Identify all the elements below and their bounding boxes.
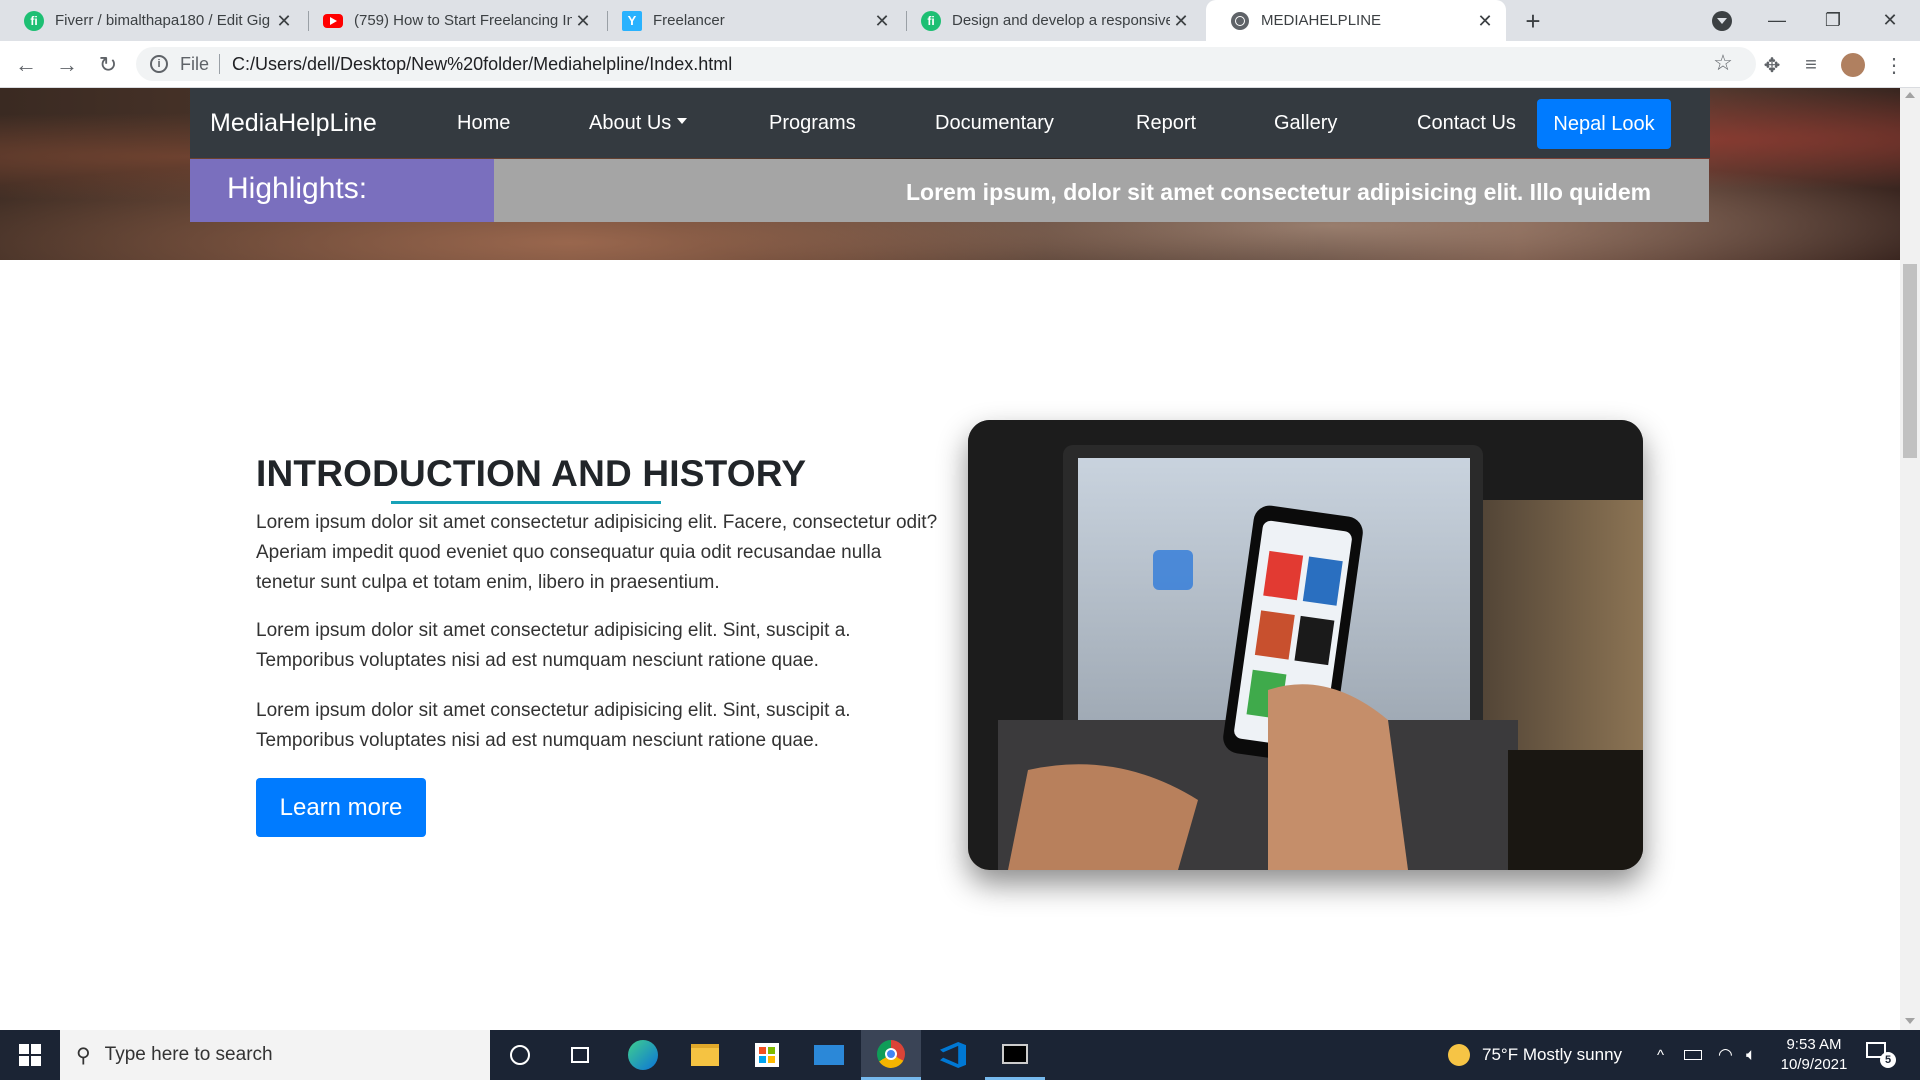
- nav-documentary[interactable]: Documentary: [935, 88, 1054, 158]
- extensions-icon[interactable]: ✥: [1758, 51, 1786, 79]
- chrome-icon[interactable]: [861, 1030, 921, 1080]
- close-window-button[interactable]: ✕: [1865, 0, 1915, 41]
- windows-taskbar: ⚲ Type here to search 75°F Mostly sunny …: [0, 1030, 1920, 1080]
- nav-contact[interactable]: Contact Us: [1417, 88, 1516, 158]
- scheme-label: File: [180, 53, 210, 74]
- search-placeholder: Type here to search: [104, 1044, 273, 1065]
- clock[interactable]: 9:53 AM 10/9/2021: [1778, 1035, 1850, 1075]
- site-navbar: MediaHelpLine Home About Us Programs Doc…: [190, 88, 1710, 158]
- battery-icon[interactable]: [1684, 1030, 1702, 1080]
- intro-paragraph-2: Lorem ipsum dolor sit amet consectetur a…: [256, 620, 851, 671]
- cortana-icon[interactable]: [490, 1030, 550, 1080]
- profile-avatar[interactable]: [1841, 53, 1865, 77]
- nav-programs[interactable]: Programs: [769, 88, 856, 158]
- search-icon: ⚲: [76, 1044, 91, 1067]
- bookmark-star-icon[interactable]: ☆: [1709, 49, 1737, 77]
- terminal-icon[interactable]: [985, 1030, 1045, 1080]
- tab-title: Fiverr / bimalthapa180 / Edit Gig: [55, 12, 271, 29]
- close-tab-icon[interactable]: ✕: [273, 10, 295, 32]
- tab-search-icon[interactable]: [1712, 11, 1732, 31]
- tab-title: MEDIAHELPLINE: [1261, 12, 1382, 29]
- browser-toolbar: ← → ↻ i File C:/Users/dell/Desktop/New%2…: [0, 41, 1920, 88]
- tab-youtube[interactable]: (759) How to Start Freelancing In ✕: [299, 0, 604, 41]
- brand-logo[interactable]: MediaHelpLine: [210, 88, 377, 158]
- clock-time: 9:53 AM: [1786, 1036, 1842, 1053]
- learn-more-button[interactable]: Learn more: [256, 778, 426, 837]
- file-explorer-icon[interactable]: [675, 1030, 735, 1080]
- caret-down-icon: [677, 117, 688, 124]
- back-icon[interactable]: ←: [10, 49, 42, 81]
- highlights-ticker[interactable]: Lorem ipsum, dolor sit amet consectetur …: [906, 159, 1651, 222]
- intro-photo-phone-laptop: [968, 420, 1643, 870]
- nepal-look-button[interactable]: Nepal Look: [1537, 99, 1671, 149]
- browser-tab-strip: fi Fiverr / bimalthapa180 / Edit Gig ✕ (…: [0, 0, 1920, 41]
- tray-chevron-up-icon[interactable]: ^: [1657, 1030, 1664, 1080]
- globe-icon: [1230, 11, 1250, 31]
- highlights-bar: Highlights: Lorem ipsum, dolor sit amet …: [190, 159, 1709, 222]
- weather-text: 75°F Mostly sunny: [1482, 1045, 1623, 1064]
- tab-freelancer[interactable]: Y Freelancer ✕: [598, 0, 903, 41]
- volume-icon[interactable]: 🔈︎: [1746, 1030, 1756, 1080]
- highlights-label: Highlights:: [190, 159, 494, 222]
- fiverr-icon: fi: [921, 10, 941, 31]
- close-tab-icon[interactable]: ✕: [1170, 10, 1192, 32]
- vscode-icon[interactable]: [923, 1030, 983, 1080]
- vertical-scrollbar[interactable]: [1900, 88, 1920, 1030]
- restore-button[interactable]: ❐: [1808, 0, 1858, 41]
- intro-title: INTRODUCTION AND HISTORY: [256, 453, 807, 494]
- scroll-down-arrow-icon[interactable]: [1905, 1018, 1915, 1024]
- reload-icon[interactable]: ↻: [92, 49, 124, 81]
- tab-title: Design and develop a responsive: [952, 12, 1170, 29]
- close-tab-icon[interactable]: ✕: [871, 10, 893, 32]
- close-tab-icon[interactable]: ✕: [572, 10, 594, 32]
- nav-report[interactable]: Report: [1136, 88, 1196, 158]
- intro-paragraph-3: Lorem ipsum dolor sit amet consectetur a…: [256, 700, 851, 751]
- youtube-icon: [323, 11, 343, 31]
- media-control-icon[interactable]: ≡: [1797, 51, 1825, 79]
- new-tab-button[interactable]: +: [1518, 6, 1548, 36]
- microsoft-store-icon[interactable]: [737, 1030, 797, 1080]
- nav-home[interactable]: Home: [457, 88, 510, 158]
- windows-start-icon[interactable]: [0, 1030, 60, 1080]
- page-viewport: MediaHelpLine Home About Us Programs Doc…: [0, 88, 1900, 1030]
- tab-fiverr-edit-gig[interactable]: fi Fiverr / bimalthapa180 / Edit Gig ✕: [0, 0, 305, 41]
- tab-title: (759) How to Start Freelancing In: [354, 12, 572, 29]
- scrollbar-thumb[interactable]: [1903, 264, 1917, 458]
- menu-icon[interactable]: ⋮: [1880, 51, 1908, 79]
- tab-mediahelpline[interactable]: MEDIAHELPLINE ✕: [1206, 0, 1506, 41]
- weather-sun-icon: [1448, 1044, 1470, 1066]
- forward-icon[interactable]: →: [51, 49, 83, 81]
- minimize-button[interactable]: —: [1752, 0, 1802, 41]
- fiverr-icon: fi: [24, 10, 44, 31]
- nav-about-label: About Us: [589, 112, 672, 134]
- nav-about-dropdown[interactable]: About Us: [589, 88, 688, 158]
- title-underline: [391, 501, 661, 504]
- clock-date: 10/9/2021: [1780, 1056, 1848, 1073]
- intro-paragraph-1: Lorem ipsum dolor sit amet consectetur a…: [256, 512, 938, 593]
- notifications-icon[interactable]: 5: [1866, 1042, 1896, 1068]
- wifi-icon[interactable]: ◠: [1718, 1030, 1733, 1080]
- close-tab-icon[interactable]: ✕: [1474, 10, 1496, 32]
- edge-icon[interactable]: [613, 1030, 673, 1080]
- task-view-icon[interactable]: [550, 1030, 610, 1080]
- site-info-icon[interactable]: i: [150, 55, 168, 73]
- nav-gallery[interactable]: Gallery: [1274, 88, 1337, 158]
- taskbar-search-box[interactable]: ⚲ Type here to search: [60, 1030, 490, 1080]
- url-text: C:/Users/dell/Desktop/New%20folder/Media…: [232, 53, 733, 74]
- freelancer-icon: Y: [622, 10, 642, 31]
- mail-icon[interactable]: [799, 1030, 859, 1080]
- notification-count: 5: [1880, 1052, 1896, 1068]
- address-bar[interactable]: i File C:/Users/dell/Desktop/New%20folde…: [136, 47, 1756, 81]
- tab-title: Freelancer: [653, 12, 725, 29]
- scroll-up-arrow-icon[interactable]: [1905, 92, 1915, 98]
- weather-widget[interactable]: 75°F Mostly sunny: [1448, 1030, 1622, 1080]
- tab-fiverr-design[interactable]: fi Design and develop a responsive ✕: [897, 0, 1202, 41]
